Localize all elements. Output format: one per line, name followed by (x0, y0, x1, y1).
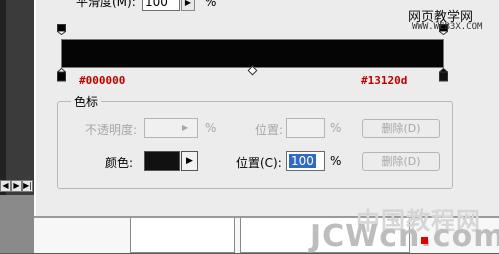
nav-last-button[interactable]: ▶| (22, 180, 33, 192)
dialog-edge (34, 0, 36, 218)
smoothness-unit: % (205, 0, 217, 9)
color-swatch[interactable] (144, 151, 180, 171)
watermark-red-dot (421, 237, 428, 244)
canvas-panel-1 (130, 218, 235, 253)
nav-next-button[interactable]: ▶ (11, 180, 22, 192)
watermark-top-url: WWW.WEB3X.COM (412, 22, 483, 32)
watermark-jcwcn: JCWcn.com (310, 219, 499, 254)
color-stop-left[interactable] (57, 68, 66, 82)
color-location-input[interactable]: 100 (286, 151, 325, 171)
color-delete-button[interactable]: 删除(D) (362, 152, 440, 171)
opacity-delete-button[interactable]: 删除(D) (362, 119, 440, 138)
opacity-dropdown-icon: ▶ (182, 123, 189, 132)
stops-group-box (57, 101, 453, 189)
opacity-location-label: 位置: (255, 123, 284, 137)
color-menu-button[interactable]: ▶ (181, 151, 198, 171)
opacity-input[interactable] (144, 118, 198, 138)
color-location-unit: % (330, 154, 342, 168)
opacity-stop-left[interactable] (57, 24, 66, 35)
opacity-location-input[interactable] (286, 118, 325, 138)
color-label: 颜色: (105, 156, 134, 170)
smoothness-input[interactable]: 100 (142, 0, 180, 11)
opacity-unit: % (205, 121, 217, 135)
color-location-label: 位置(C): (236, 156, 282, 170)
smoothness-dropdown-button[interactable]: ▶ (181, 0, 195, 11)
right-stop-color-label: #13120d (361, 74, 408, 87)
color-location-value: 100 (289, 154, 316, 168)
opacity-location-unit: % (330, 121, 342, 135)
left-stop-color-label: #000000 (79, 74, 126, 87)
smoothness-label: 平滑度(M): (76, 0, 136, 9)
gradient-preview-bar[interactable] (61, 39, 444, 68)
nav-prev-button[interactable]: ◀ (0, 180, 11, 192)
left-panel-lower (0, 195, 34, 253)
stops-group-title: 色标 (71, 93, 102, 110)
color-stop-right[interactable] (439, 68, 448, 82)
opacity-label: 不透明度: (85, 123, 138, 137)
